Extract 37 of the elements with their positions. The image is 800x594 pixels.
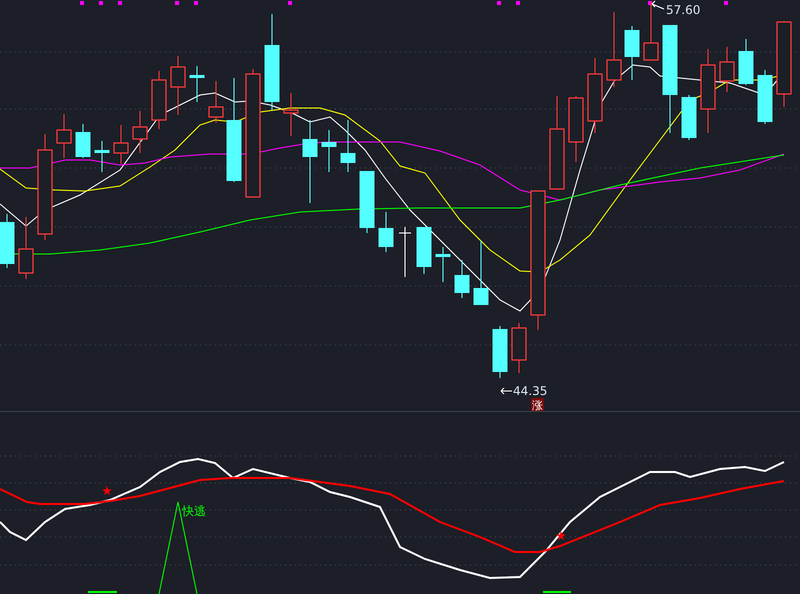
low-price-label: 44.35 [513, 384, 548, 398]
candlestick [568, 96, 584, 162]
signal-label: 快逃 [182, 504, 206, 518]
candlestick [151, 70, 167, 130]
high-price-label: 57.60 [666, 3, 700, 17]
candlestick [113, 124, 129, 164]
candlestick [360, 170, 374, 234]
candlestick [190, 66, 204, 102]
candlestick [624, 26, 640, 80]
candlestick [511, 322, 527, 374]
candlestick [94, 140, 110, 172]
candlestick [170, 56, 186, 116]
candlestick [454, 260, 470, 298]
star-icon [556, 531, 566, 540]
candlestick [18, 216, 34, 280]
candlestick [56, 114, 72, 158]
pointer-arrow-icon [652, 0, 664, 10]
candlestick [719, 46, 735, 92]
candlestick [132, 110, 148, 154]
candlestick [208, 80, 224, 124]
candlestick [436, 246, 450, 282]
candlestick [283, 92, 299, 136]
candlestick [682, 94, 696, 140]
candlestick [738, 38, 754, 86]
candlestick [322, 130, 336, 172]
rise-badge: 涨 [531, 398, 544, 411]
candlestick [758, 70, 772, 124]
pointer-arrow-icon [500, 388, 512, 394]
candlestick [378, 212, 394, 252]
candlestick [492, 326, 508, 378]
candlestick [474, 240, 488, 306]
candlestick [0, 214, 14, 268]
candlestick [340, 120, 356, 172]
candlestick [76, 124, 90, 158]
candlestick [416, 226, 432, 274]
star-icon [102, 486, 112, 495]
candlestick [398, 226, 412, 278]
